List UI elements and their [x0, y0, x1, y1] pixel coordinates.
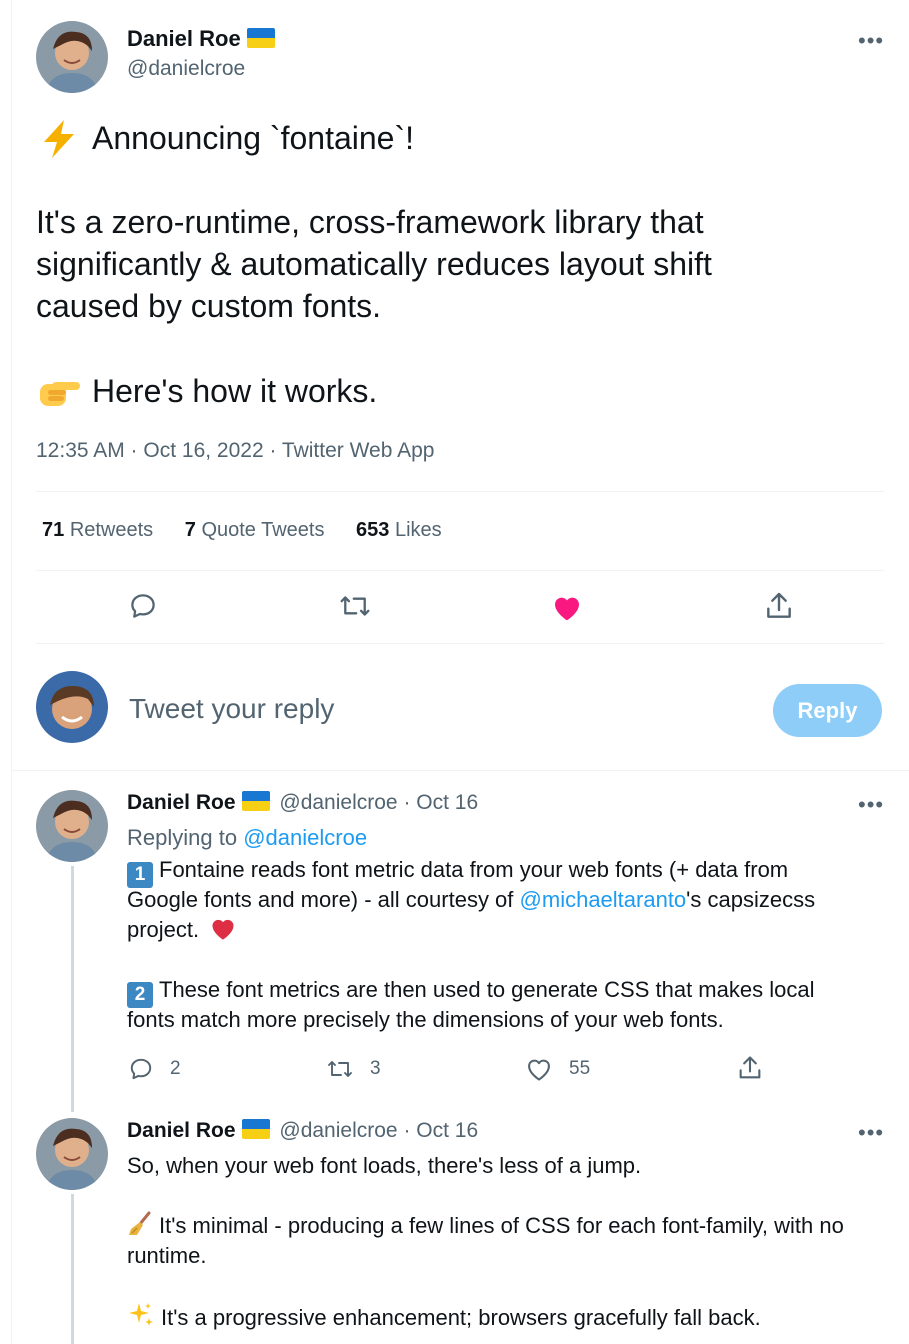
pointing-hand-emoji — [38, 376, 82, 415]
current-user-avatar[interactable] — [36, 671, 108, 743]
reply-input[interactable]: Tweet your reply — [129, 693, 334, 725]
tweet-line-4: caused by custom fonts. — [36, 288, 382, 324]
tweet-line-3: significantly & automatically reduces la… — [36, 246, 712, 282]
divider — [36, 643, 884, 644]
reply-date[interactable]: Oct 16 — [416, 1119, 478, 1142]
reply-count: 2 — [170, 1058, 181, 1079]
ukraine-flag-icon — [246, 28, 275, 48]
separator-dot: · — [403, 791, 411, 814]
red-heart-emoji — [209, 915, 237, 949]
reply-icon — [130, 1058, 152, 1080]
more-options-button[interactable]: ••• — [858, 1120, 884, 1146]
reply-icon[interactable] — [128, 591, 158, 621]
reply-author-name[interactable]: Daniel Roe — [127, 1119, 236, 1142]
tweet-line-5: Here's how it works. — [92, 373, 378, 409]
reply-text-line: 2 These font metrics are then used to gen… — [127, 975, 814, 1008]
reply-author-name[interactable]: Daniel Roe — [127, 791, 236, 814]
reply-header: Daniel Roe @danielcroe · Oct 16 — [127, 1119, 478, 1143]
reply-author-handle[interactable]: @danielcroe — [279, 1119, 397, 1142]
separator-dot: · — [403, 1119, 411, 1142]
more-options-button[interactable]: ••• — [858, 792, 884, 818]
retweets-stat[interactable]: 71 Retweets — [42, 519, 153, 541]
more-options-button[interactable]: ••• — [858, 28, 884, 54]
likes-stat[interactable]: 653 Likes — [356, 519, 442, 541]
reply-text-line: It's minimal - producing a few lines of … — [127, 1211, 844, 1245]
reply-header: Daniel Roe @danielcroe · Oct 16 — [127, 791, 478, 815]
author-name[interactable]: Daniel Roe — [127, 26, 241, 51]
reply-text-line: So, when your web font loads, there's le… — [127, 1153, 642, 1178]
retweet-icon — [328, 1061, 352, 1077]
tweet-timestamp[interactable]: 12:35 AM · Oct 16, 2022 · Twitter Web Ap… — [36, 439, 434, 463]
mention-link[interactable]: @michaeltaranto — [520, 887, 687, 912]
heart-icon[interactable] — [551, 592, 583, 622]
reply-date[interactable]: Oct 16 — [416, 791, 478, 814]
replying-to-link[interactable]: @danielcroe — [243, 825, 367, 850]
sparkles-emoji — [127, 1301, 155, 1337]
reply-author-handle[interactable]: @danielcroe — [279, 791, 397, 814]
ukraine-flag-icon — [241, 791, 270, 811]
retweet-icon[interactable] — [338, 591, 372, 621]
retweet-count: 3 — [370, 1058, 381, 1079]
reply-action[interactable]: 2 — [128, 1056, 181, 1082]
thread-line — [71, 866, 74, 1112]
timeline-border — [11, 0, 12, 1344]
tweet-line-1: Announcing `fontaine`! — [92, 120, 414, 156]
thread-line — [71, 1194, 74, 1344]
reply-avatar[interactable] — [36, 1118, 108, 1190]
broom-emoji — [127, 1211, 153, 1245]
retweet-action[interactable]: 3 — [326, 1056, 381, 1082]
reply-avatar[interactable] — [36, 790, 108, 862]
like-count: 55 — [569, 1058, 591, 1079]
like-action[interactable]: 55 — [525, 1056, 590, 1082]
reply-text-line: Google fonts and more) - all courtesy of… — [127, 887, 816, 912]
divider — [36, 570, 884, 571]
share-icon[interactable] — [763, 590, 795, 622]
author-handle[interactable]: @danielcroe — [127, 57, 245, 81]
reply-text-line: runtime. — [127, 1243, 207, 1268]
reply-text-line: fonts match more precisely the dimension… — [127, 1007, 724, 1032]
reply-text-line: project. — [127, 915, 237, 949]
heart-icon — [528, 1059, 550, 1081]
share-icon[interactable] — [736, 1054, 764, 1082]
stats-row: 71 Retweets 7 Quote Tweets 653 Likes — [42, 519, 442, 542]
quotes-stat[interactable]: 7 Quote Tweets — [185, 519, 325, 541]
reply-button[interactable]: Reply — [773, 684, 882, 737]
tweet-line-2: It's a zero-runtime, cross-framework lib… — [36, 204, 704, 240]
reply-text-line: 1 Fontaine reads font metric data from yo… — [127, 855, 788, 888]
replying-to: Replying to @danielcroe — [127, 825, 368, 850]
author-name-row: Daniel Roe — [127, 26, 275, 52]
author-avatar[interactable] — [36, 21, 108, 93]
ukraine-flag-icon — [241, 1119, 270, 1139]
reply-text-line: It's a progressive enhancement; browsers… — [127, 1301, 761, 1337]
divider — [36, 491, 884, 492]
divider — [12, 770, 909, 771]
lightning-emoji — [38, 118, 80, 165]
